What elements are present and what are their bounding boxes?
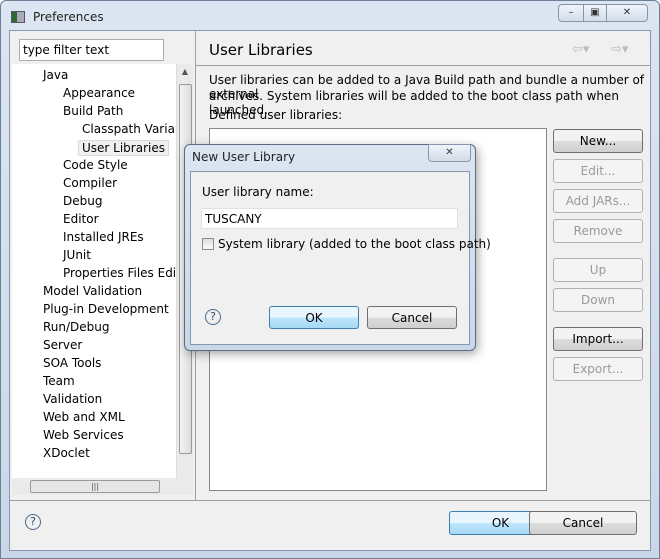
tree-item[interactable]: Validation <box>43 392 102 406</box>
maximize-button[interactable]: ▣ <box>583 4 607 22</box>
dialog-close-button[interactable]: ✕ <box>428 144 471 162</box>
tree-item[interactable]: Classpath Variable <box>82 122 176 136</box>
tree-item[interactable]: XDoclet <box>43 446 90 460</box>
tree-horizontal-scrollbar[interactable]: ||| <box>12 478 193 495</box>
system-library-checkbox[interactable] <box>202 238 214 250</box>
app-icon <box>11 11 25 23</box>
tree-item[interactable]: Properties Files Editor <box>63 266 176 280</box>
footer-separator <box>10 500 650 501</box>
tree-item[interactable]: Plug-in Development <box>43 302 169 316</box>
up-button[interactable]: Up <box>553 258 643 282</box>
close-button[interactable]: ✕ <box>606 4 648 22</box>
title-separator <box>196 65 651 66</box>
import-button[interactable]: Import... <box>553 327 643 351</box>
preference-tree: Java Appearance Build Path Classpath Variab… <box>12 64 176 478</box>
system-library-label[interactable]: System library (added to the boot class … <box>218 237 491 251</box>
down-button[interactable]: Down <box>553 288 643 312</box>
forward-arrow-icon[interactable]: ⇨▾ <box>611 42 628 57</box>
dialog-help-icon[interactable]: ? <box>205 309 221 325</box>
tree-item[interactable]: Installed JREs <box>63 230 144 244</box>
minimize-button[interactable]: – <box>558 4 584 22</box>
filter-input[interactable] <box>19 39 164 61</box>
tree-item[interactable]: Web and XML <box>43 410 125 424</box>
window-title: Preferences <box>33 10 104 24</box>
tree-item[interactable]: Model Validation <box>43 284 142 298</box>
tree-item[interactable]: JUnit <box>63 248 91 262</box>
tree-item[interactable]: Appearance <box>63 86 135 100</box>
help-icon[interactable]: ? <box>25 514 41 530</box>
back-arrow-icon[interactable]: ⇦▾ <box>572 42 589 57</box>
tree-item[interactable]: Compiler <box>63 176 117 190</box>
tree-item[interactable]: SOA Tools <box>43 356 101 370</box>
new-button[interactable]: New... <box>553 129 643 153</box>
tree-item[interactable]: Run/Debug <box>43 320 110 334</box>
tree-item[interactable]: Editor <box>63 212 99 226</box>
tree-item[interactable]: Server <box>43 338 82 352</box>
name-label: User library name: <box>202 185 314 199</box>
tree-item[interactable]: Code Style <box>63 158 128 172</box>
dialog-ok-button[interactable]: OK <box>269 306 359 329</box>
add-jars-button[interactable]: Add JARs... <box>553 189 643 213</box>
scroll-thumb[interactable]: ||| <box>30 480 160 493</box>
tree-item[interactable]: Web Services <box>43 428 124 442</box>
tree-item[interactable]: Java <box>43 68 68 82</box>
export-button[interactable]: Export... <box>553 357 643 381</box>
remove-button[interactable]: Remove <box>553 219 643 243</box>
dialog-title: New User Library <box>192 150 296 164</box>
dialog-cancel-button[interactable]: Cancel <box>367 306 457 329</box>
tree-item[interactable]: User Libraries <box>78 140 169 156</box>
list-label: Defined user libraries: <box>209 108 343 122</box>
tree-item[interactable]: Team <box>43 374 75 388</box>
library-name-input[interactable] <box>201 208 458 229</box>
tree-item[interactable]: Debug <box>63 194 102 208</box>
cancel-button[interactable]: Cancel <box>529 511 637 535</box>
page-title: User Libraries <box>209 41 313 59</box>
edit-button[interactable]: Edit... <box>553 159 643 183</box>
tree-item[interactable]: Build Path <box>63 104 123 118</box>
scroll-up-icon[interactable]: ▲ <box>177 67 193 76</box>
